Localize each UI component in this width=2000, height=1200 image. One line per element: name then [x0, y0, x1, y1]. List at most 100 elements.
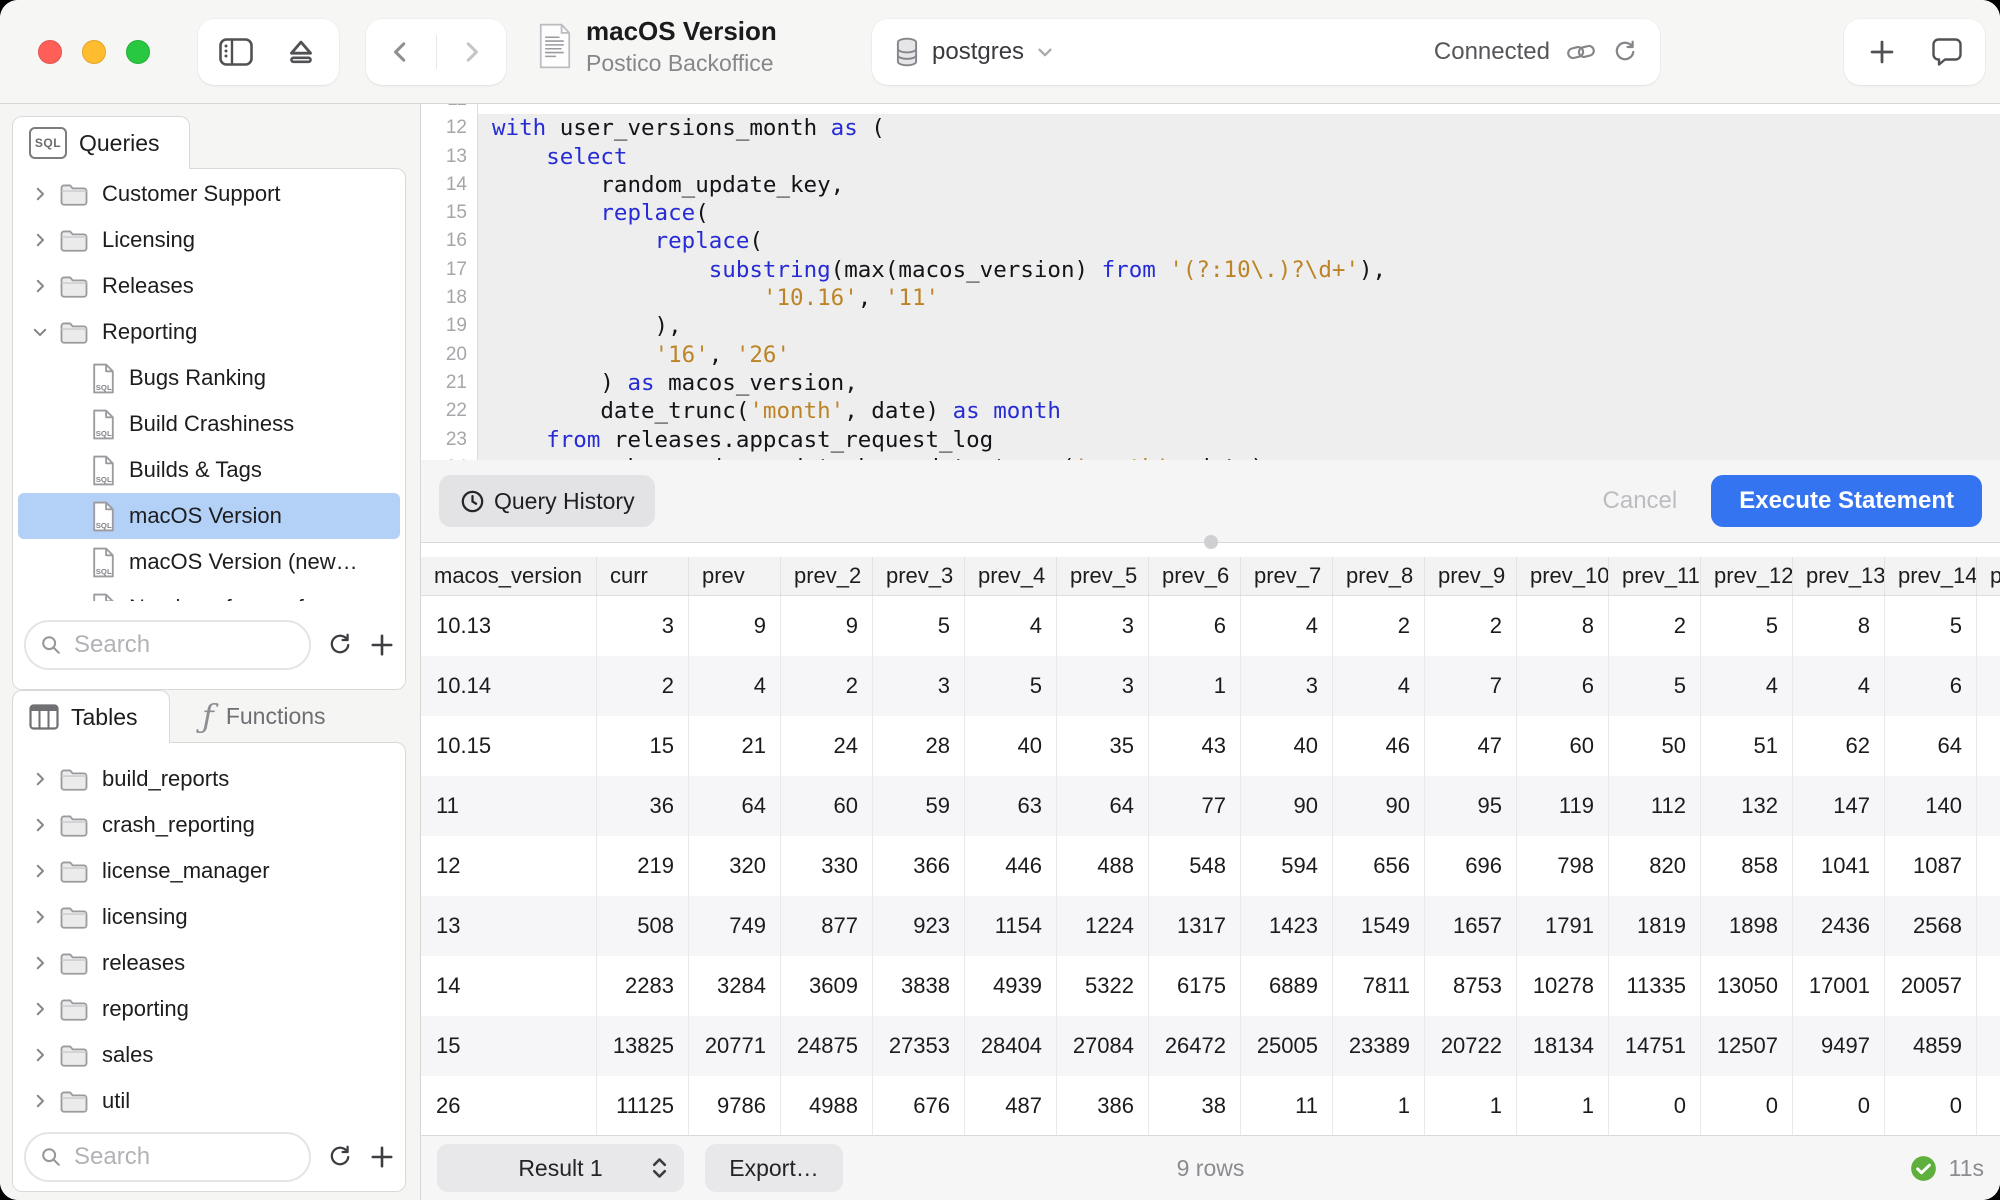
- cell-prev-8[interactable]: 1: [1333, 1076, 1425, 1135]
- close-button[interactable]: [38, 40, 62, 64]
- cell-prev-12[interactable]: 132: [1701, 776, 1793, 836]
- cell-prev-3[interactable]: 5: [873, 596, 965, 656]
- cell-prev-2[interactable]: 60: [781, 776, 873, 836]
- column-header-prev-5[interactable]: prev_5: [1057, 557, 1149, 595]
- database-selector[interactable]: postgres: [932, 38, 1024, 66]
- refresh-tables-button[interactable]: [327, 1144, 353, 1170]
- cell-prev-3[interactable]: 3: [873, 656, 965, 716]
- cell-prev-6[interactable]: 6: [1149, 596, 1241, 656]
- cell-prev-5[interactable]: 386: [1057, 1076, 1149, 1135]
- table-row-13[interactable]: 1350874987792311541224131714231549165717…: [421, 896, 2000, 956]
- tree-item-licensing[interactable]: Licensing: [18, 217, 400, 263]
- column-header-prev-7[interactable]: prev_7: [1241, 557, 1333, 595]
- cell-prev-10[interactable]: 798: [1517, 836, 1609, 896]
- cell-prev-2[interactable]: 2: [781, 656, 873, 716]
- cell-prev-14[interactable]: 64: [1885, 716, 1977, 776]
- cell-prev-12[interactable]: 0: [1701, 1076, 1793, 1135]
- cell-prev-5[interactable]: 1224: [1057, 896, 1149, 956]
- cell-prev-13[interactable]: 147: [1793, 776, 1885, 836]
- cell-prev-10[interactable]: 18134: [1517, 1016, 1609, 1076]
- code-line-14[interactable]: random_update_key,: [478, 171, 2000, 199]
- cell-prev[interactable]: 3284: [689, 956, 781, 1016]
- table-row-10-13[interactable]: 10.13399543642282585: [421, 596, 2000, 656]
- cell-prev-9[interactable]: 95: [1425, 776, 1517, 836]
- code-line-11[interactable]: [478, 104, 2000, 114]
- cell-curr[interactable]: 15: [597, 716, 689, 776]
- column-header-macos-version[interactable]: macos_version: [421, 557, 597, 595]
- column-header-prev[interactable]: prev: [689, 557, 781, 595]
- column-header-prev-9[interactable]: prev_9: [1425, 557, 1517, 595]
- cell-prev[interactable]: 20771: [689, 1016, 781, 1076]
- cell-prev-10[interactable]: 6: [1517, 656, 1609, 716]
- cell-prev-10[interactable]: 119: [1517, 776, 1609, 836]
- feedback-button[interactable]: [1921, 22, 1973, 82]
- table-row-10-14[interactable]: 10.14242353134765446: [421, 656, 2000, 716]
- splitter-drag-handle[interactable]: [1204, 535, 1218, 549]
- cell-prev-12[interactable]: 13050: [1701, 956, 1793, 1016]
- cell-prev-2[interactable]: 9: [781, 596, 873, 656]
- code-line-13[interactable]: select: [478, 143, 2000, 171]
- cell-prev-4[interactable]: 4: [965, 596, 1057, 656]
- tree-item-builds-tags[interactable]: Builds & Tags: [18, 447, 400, 493]
- cell-prev-9[interactable]: 8753: [1425, 956, 1517, 1016]
- cell-prev-5[interactable]: 3: [1057, 596, 1149, 656]
- cell-prev-14[interactable]: 5: [1885, 596, 1977, 656]
- execute-statement-button[interactable]: Execute Statement: [1711, 475, 1982, 527]
- disconnect-button[interactable]: [275, 22, 327, 82]
- reconnect-button[interactable]: [1612, 39, 1638, 65]
- tree-item-macos-version-new[interactable]: macOS Version (new…: [18, 539, 400, 585]
- cell-prev-6[interactable]: 6175: [1149, 956, 1241, 1016]
- forward-button[interactable]: [445, 22, 497, 82]
- cell-prev-12[interactable]: 1898: [1701, 896, 1793, 956]
- cell-prev-14[interactable]: 6: [1885, 656, 1977, 716]
- cell-prev-6[interactable]: 38: [1149, 1076, 1241, 1135]
- cell-curr[interactable]: 3: [597, 596, 689, 656]
- cell-prev-8[interactable]: 2: [1333, 596, 1425, 656]
- new-item-button[interactable]: [1856, 22, 1908, 82]
- refresh-queries-button[interactable]: [327, 632, 353, 658]
- table-row-11[interactable]: 1136646059636477909095119112132147140: [421, 776, 2000, 836]
- code-line-22[interactable]: date_trunc('month', date) as month: [478, 397, 2000, 425]
- cell-curr[interactable]: 508: [597, 896, 689, 956]
- cell-prev-3[interactable]: 59: [873, 776, 965, 836]
- cell-prev-9[interactable]: 1: [1425, 1076, 1517, 1135]
- cell-macos-version[interactable]: 10.14: [421, 656, 597, 716]
- cell-prev-8[interactable]: 23389: [1333, 1016, 1425, 1076]
- cell-prev-14[interactable]: 1087: [1885, 836, 1977, 896]
- cell-prev-2[interactable]: 3609: [781, 956, 873, 1016]
- cell-prev-6[interactable]: 43: [1149, 716, 1241, 776]
- cell-prev-5[interactable]: 3: [1057, 656, 1149, 716]
- cell-prev-4[interactable]: 446: [965, 836, 1057, 896]
- cell-prev-11[interactable]: 14751: [1609, 1016, 1701, 1076]
- cell-prev-3[interactable]: 28: [873, 716, 965, 776]
- tables-search-input[interactable]: [72, 1142, 286, 1172]
- cell-curr[interactable]: 11125: [597, 1076, 689, 1135]
- cell-prev-8[interactable]: 4: [1333, 656, 1425, 716]
- code-line-19[interactable]: ),: [478, 312, 2000, 340]
- cell-prev-12[interactable]: 51: [1701, 716, 1793, 776]
- cell-prev-10[interactable]: 1: [1517, 1076, 1609, 1135]
- cell-prev-6[interactable]: 1317: [1149, 896, 1241, 956]
- cell-prev-13[interactable]: 62: [1793, 716, 1885, 776]
- code-line-24[interactable]: group by random_update_key, date_trunc('…: [478, 454, 2000, 460]
- cell-prev-3[interactable]: 676: [873, 1076, 965, 1135]
- cell-prev-8[interactable]: 46: [1333, 716, 1425, 776]
- cell-prev-9[interactable]: 2: [1425, 596, 1517, 656]
- queries-search-field[interactable]: [24, 620, 311, 670]
- code-area[interactable]: with user_versions_month as ( select ran…: [478, 104, 2000, 460]
- cell-macos-version[interactable]: 13: [421, 896, 597, 956]
- column-header-prev-12[interactable]: prev_12: [1701, 557, 1793, 595]
- cell-macos-version[interactable]: 11: [421, 776, 597, 836]
- cell-prev-11[interactable]: 112: [1609, 776, 1701, 836]
- cell-prev-14[interactable]: 2568: [1885, 896, 1977, 956]
- cell-prev-11[interactable]: 1819: [1609, 896, 1701, 956]
- cell-prev-7[interactable]: 3: [1241, 656, 1333, 716]
- cell-curr[interactable]: 2283: [597, 956, 689, 1016]
- cell-macos-version[interactable]: 10.15: [421, 716, 597, 776]
- cell-prev-5[interactable]: 27084: [1057, 1016, 1149, 1076]
- tree-item-sales[interactable]: sales: [18, 1032, 400, 1078]
- cell-prev-7[interactable]: 40: [1241, 716, 1333, 776]
- column-header-prev-2[interactable]: prev_2: [781, 557, 873, 595]
- cell-prev[interactable]: 749: [689, 896, 781, 956]
- cell-curr[interactable]: 36: [597, 776, 689, 836]
